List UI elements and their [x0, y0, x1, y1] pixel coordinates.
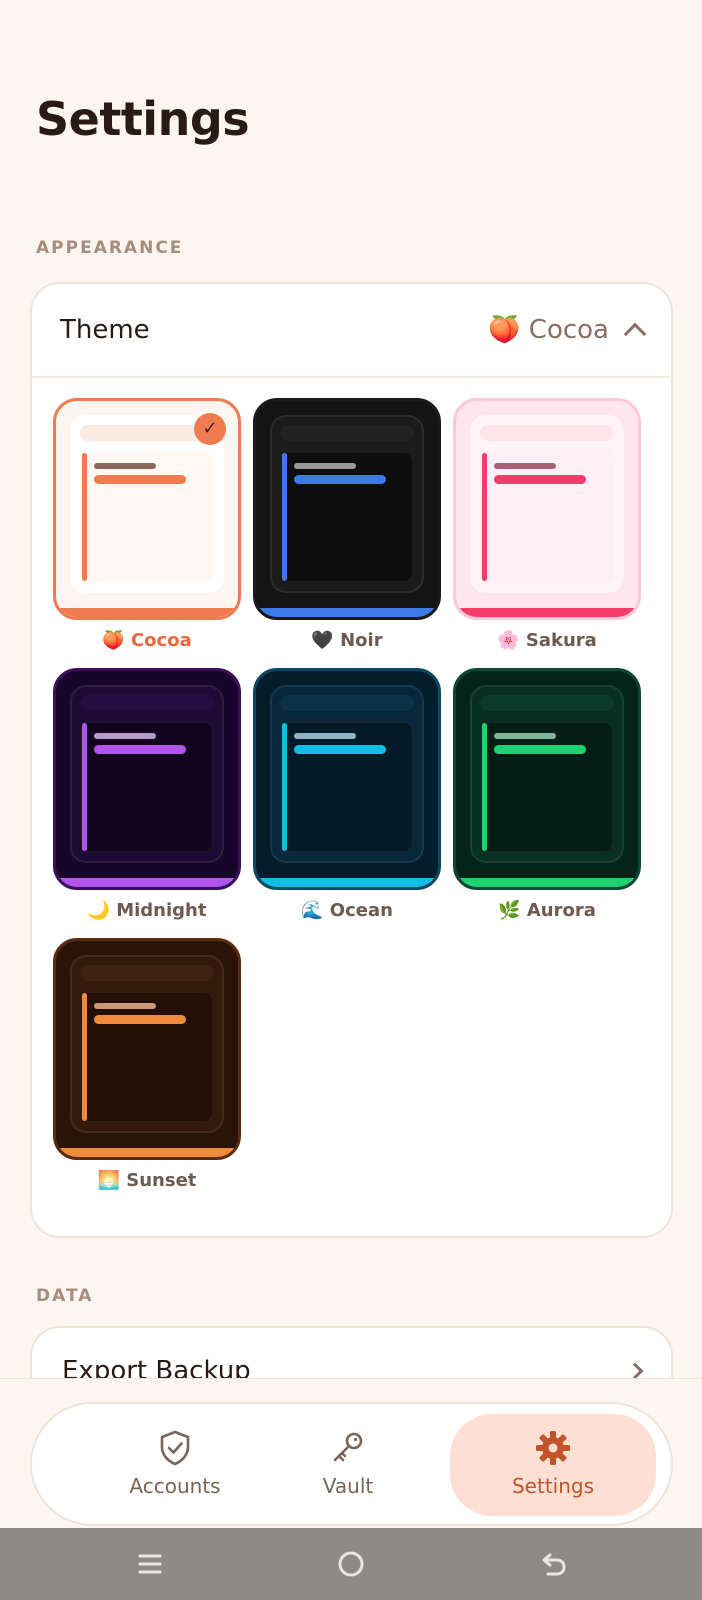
theme-swatch-label: 🌊 Ocean	[253, 900, 441, 921]
theme-swatch-cocoa[interactable]: ✓	[53, 398, 241, 620]
data-section-label: DATA	[36, 1286, 94, 1306]
bottom-navigation: Accounts Vault Settings	[30, 1402, 673, 1526]
swatch-line	[294, 733, 356, 739]
swatch-bottom-bar	[56, 1148, 238, 1157]
theme-swatch-label: 🌙 Midnight	[53, 900, 241, 921]
swatch-accent-line	[494, 475, 586, 484]
theme-swatch-label: 🌿 Aurora	[453, 900, 641, 921]
swatch-accent-bar	[482, 723, 487, 851]
swatch-topbar	[280, 695, 414, 711]
swatch-panel	[280, 451, 414, 583]
theme-swatch-ocean[interactable]	[253, 668, 441, 890]
gear-icon	[536, 1431, 570, 1465]
swatch-bottom-bar	[456, 608, 638, 617]
swatch-accent-bar	[82, 453, 87, 581]
theme-swatch-aurora[interactable]	[453, 668, 641, 890]
theme-swatch-label: 🌸 Sakura	[453, 630, 641, 651]
page-title: Settings	[36, 92, 250, 146]
theme-emoji-icon: 🌅	[97, 1170, 120, 1191]
theme-name: Aurora	[526, 900, 596, 921]
swatch-line	[494, 733, 556, 739]
theme-swatch-label: 🖤 Noir	[253, 630, 441, 651]
theme-emoji-icon: 🌿	[498, 900, 521, 921]
chevron-up-icon	[623, 322, 647, 346]
nav-vault-label: Vault	[322, 1474, 374, 1498]
nav-settings[interactable]: Settings	[450, 1414, 656, 1516]
swatch-bottom-bar	[256, 878, 438, 887]
home-icon[interactable]	[333, 1546, 369, 1582]
theme-name: Sunset	[126, 1170, 197, 1191]
theme-emoji-icon: 🌸	[497, 630, 520, 651]
swatch-accent-line	[94, 475, 186, 484]
swatch-topbar	[480, 425, 614, 441]
nav-vault[interactable]: Vault	[245, 1414, 451, 1516]
swatch-panel	[80, 721, 214, 853]
theme-swatch-sunset[interactable]	[53, 938, 241, 1160]
check-icon: ✓	[194, 413, 226, 445]
peach-icon: 🍑	[488, 315, 521, 345]
chevron-right-icon	[626, 1362, 644, 1380]
theme-name: Noir	[340, 630, 383, 651]
theme-label: Theme	[60, 315, 150, 345]
swatch-accent-line	[94, 745, 186, 754]
theme-swatch-noir[interactable]	[253, 398, 441, 620]
shield-check-icon	[160, 1430, 190, 1466]
swatch-bottom-bar	[56, 878, 238, 887]
theme-emoji-icon: 🌙	[87, 900, 110, 921]
theme-name: Midnight	[116, 900, 207, 921]
swatch-accent-bar	[482, 453, 487, 581]
swatch-accent-line	[494, 745, 586, 754]
swatch-panel	[80, 451, 214, 583]
menu-icon[interactable]	[132, 1546, 168, 1582]
current-theme[interactable]: 🍑 Cocoa	[488, 315, 647, 346]
swatch-bottom-bar	[256, 608, 438, 617]
theme-swatch-midnight[interactable]	[53, 668, 241, 890]
swatch-accent-bar	[282, 723, 287, 851]
swatch-line	[94, 733, 156, 739]
theme-name: Ocean	[329, 900, 393, 921]
theme-emoji-icon: 🌊	[301, 900, 324, 921]
theme-swatch-label: 🍑 Cocoa	[53, 630, 241, 651]
appearance-section-label: APPEARANCE	[36, 238, 184, 258]
swatch-panel	[280, 721, 414, 853]
theme-name: Cocoa	[130, 630, 192, 651]
current-theme-name: Cocoa	[528, 315, 609, 345]
theme-selector-header[interactable]: Theme 🍑 Cocoa	[32, 284, 671, 378]
swatch-bottom-bar	[456, 878, 638, 887]
swatch-accent-line	[294, 745, 386, 754]
swatch-panel	[480, 451, 614, 583]
swatch-line	[94, 1003, 156, 1009]
swatch-accent-bar	[282, 453, 287, 581]
swatch-accent-bar	[82, 993, 87, 1121]
theme-swatch-sakura[interactable]	[453, 398, 641, 620]
theme-name: Sakura	[525, 630, 597, 651]
swatch-accent-line	[294, 475, 386, 484]
swatch-topbar	[480, 695, 614, 711]
swatch-topbar	[80, 965, 214, 981]
swatch-accent-bar	[82, 723, 87, 851]
swatch-panel	[480, 721, 614, 853]
swatch-panel	[80, 991, 214, 1123]
swatch-topbar	[280, 425, 414, 441]
theme-card: Theme 🍑 Cocoa ✓ 🍑 Cocoa 🖤 Noir 🌸 Sakura 🌙 Mi…	[30, 282, 673, 1238]
swatch-line	[494, 463, 556, 469]
theme-emoji-icon: 🍑	[102, 630, 125, 651]
back-icon[interactable]	[536, 1546, 572, 1582]
theme-emoji-icon: 🖤	[311, 630, 334, 651]
swatch-topbar	[80, 695, 214, 711]
nav-settings-label: Settings	[511, 1474, 595, 1498]
theme-swatch-label: 🌅 Sunset	[53, 1170, 241, 1191]
key-icon	[333, 1432, 363, 1462]
swatch-line	[294, 463, 356, 469]
swatch-line	[94, 463, 156, 469]
swatch-bottom-bar	[56, 608, 238, 617]
system-navigation-bar	[0, 1528, 702, 1600]
swatch-accent-line	[94, 1015, 186, 1024]
